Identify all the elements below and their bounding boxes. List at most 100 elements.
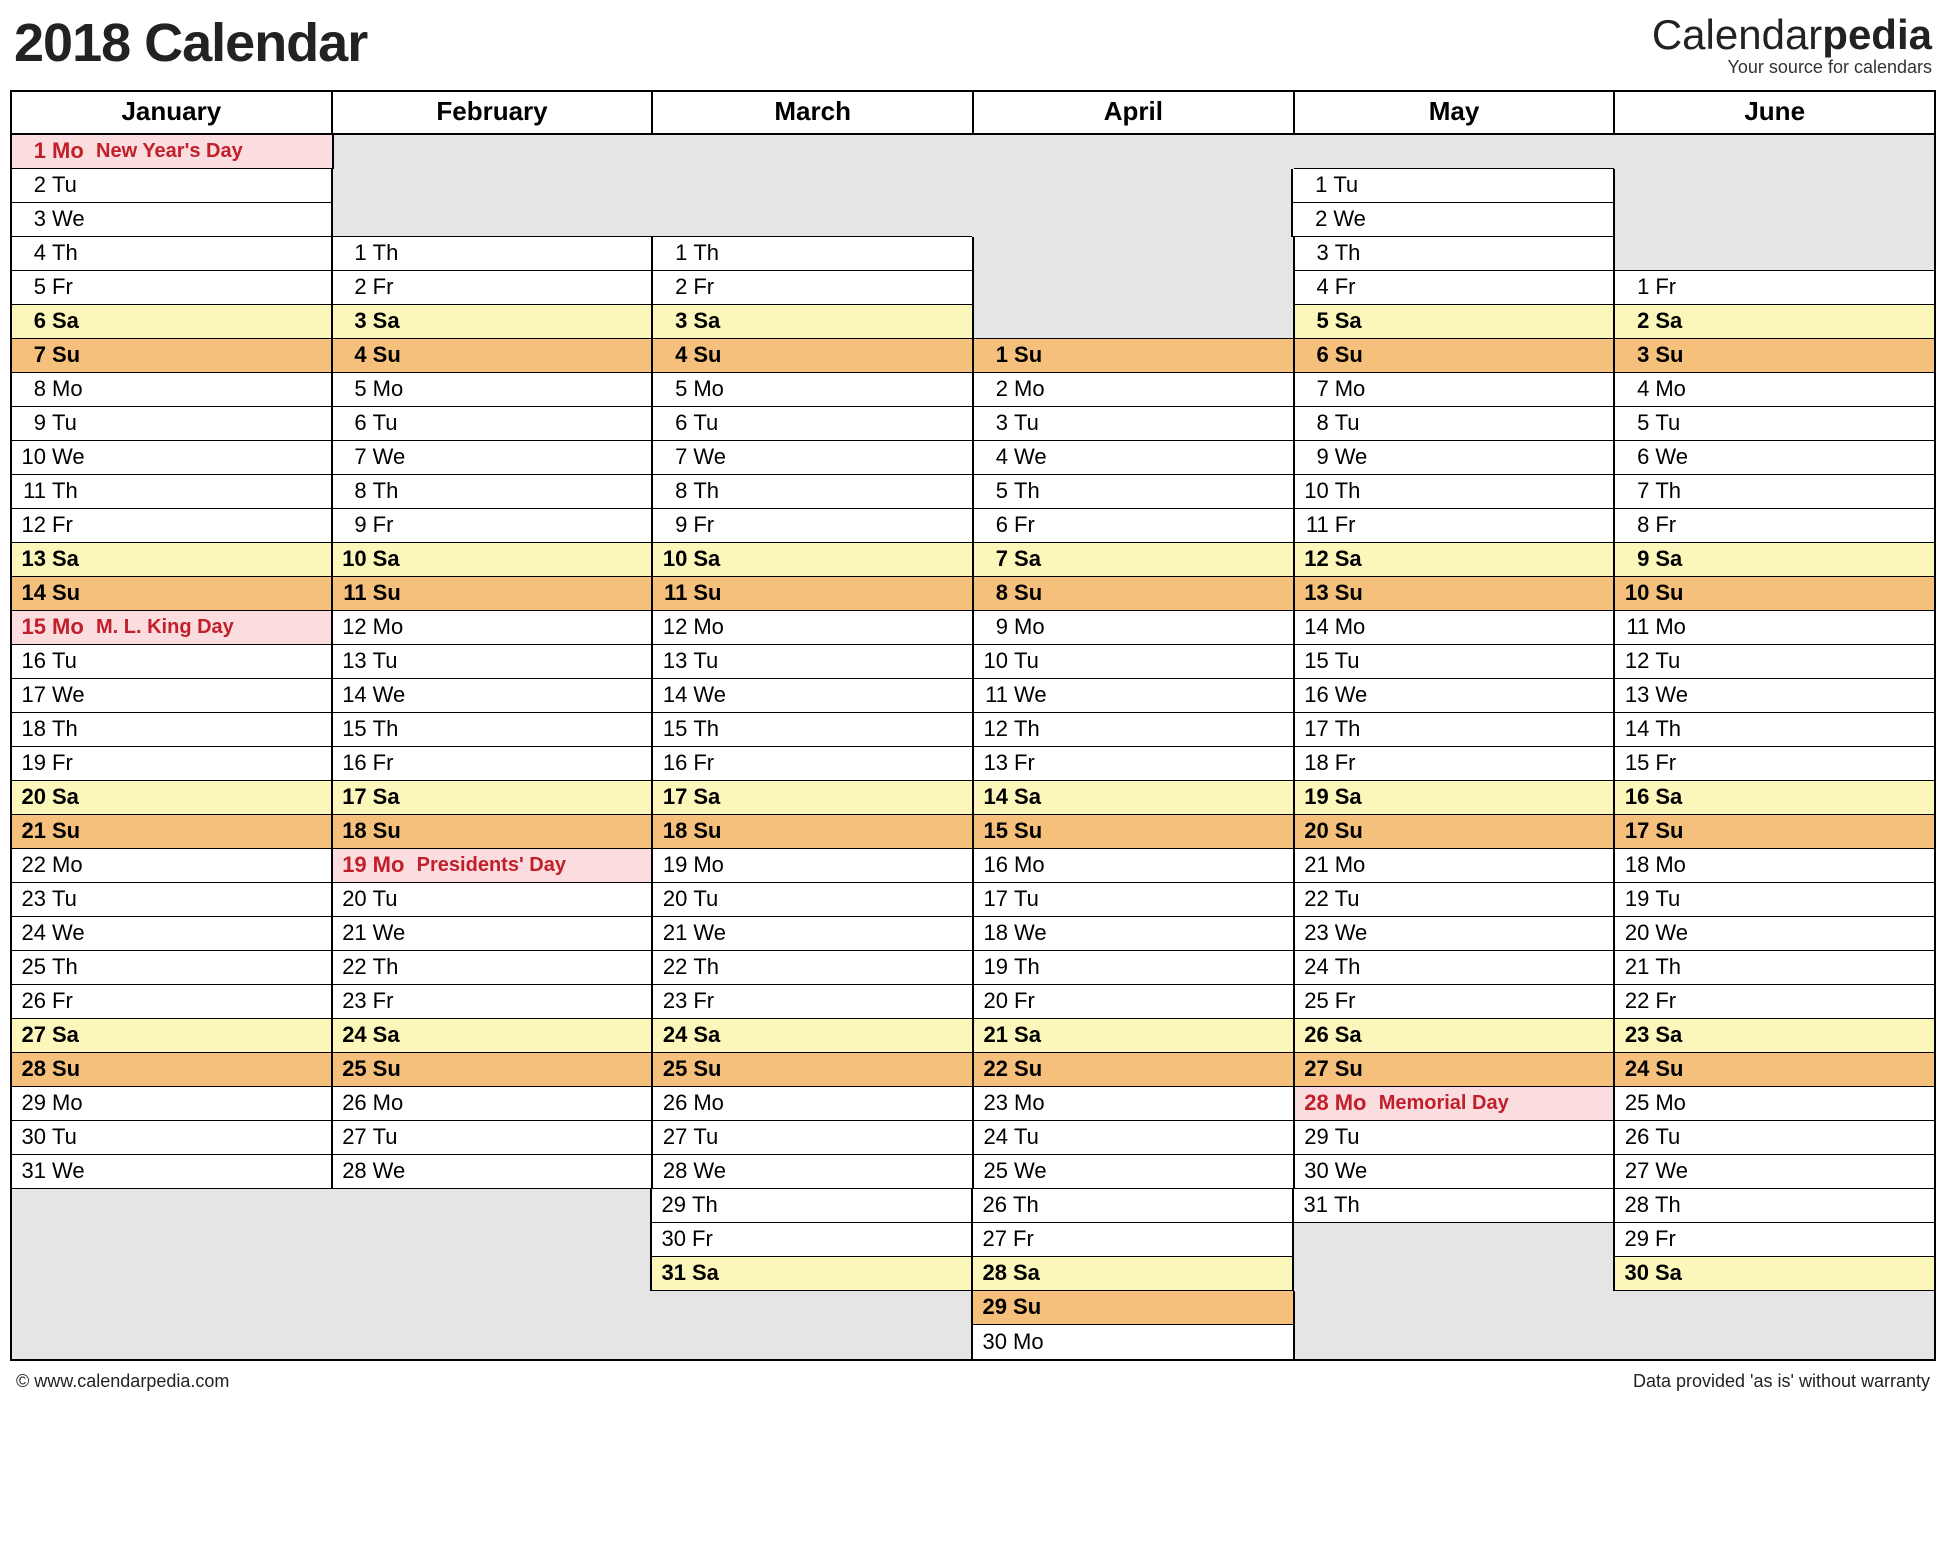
- day-cell: 19Sa: [1293, 781, 1614, 815]
- day-number: 19: [12, 750, 52, 776]
- day-of-week: We: [693, 920, 737, 946]
- day-cell: 27Sa: [12, 1019, 331, 1053]
- day-row: 2Tu1Tu: [12, 169, 1934, 203]
- blank-cell: [1613, 203, 1934, 237]
- day-of-week: We: [1655, 920, 1699, 946]
- day-cell: 13Sa: [12, 543, 331, 577]
- day-number: 16: [12, 648, 52, 674]
- day-cell: 26Sa: [1293, 1019, 1614, 1053]
- day-number: 6: [974, 512, 1014, 538]
- day-cell: 10We: [12, 441, 331, 475]
- day-cell: 16Mo: [972, 849, 1293, 883]
- day-number: 19: [1615, 886, 1655, 912]
- day-number: 23: [1615, 1022, 1655, 1048]
- day-of-week: Su: [693, 580, 737, 606]
- day-of-week: We: [373, 682, 417, 708]
- day-number: 10: [12, 444, 52, 470]
- blank-cell: [1614, 135, 1934, 169]
- day-cell: 6Tu: [651, 407, 972, 441]
- day-number: 10: [333, 546, 373, 572]
- footer-left: © www.calendarpedia.com: [16, 1371, 229, 1392]
- day-number: 29: [12, 1090, 52, 1116]
- blank-cell: [331, 1257, 650, 1291]
- day-row: 16Tu13Tu13Tu10Tu15Tu12Tu: [12, 645, 1934, 679]
- day-number: 28: [653, 1158, 693, 1184]
- day-cell: 25Th: [12, 951, 331, 985]
- day-of-week: Sa: [52, 1022, 96, 1048]
- day-of-week: We: [1014, 444, 1058, 470]
- day-cell: 13Fr: [972, 747, 1293, 781]
- day-number: 1: [333, 240, 373, 266]
- day-of-week: Fr: [1014, 750, 1058, 776]
- day-cell: 11Th: [12, 475, 331, 509]
- day-number: 25: [1295, 988, 1335, 1014]
- day-number: 17: [653, 784, 693, 810]
- day-cell: 2Tu: [12, 169, 331, 203]
- day-cell: 1Su: [972, 339, 1293, 373]
- day-row: 30Fr27Fr29Fr: [12, 1223, 1934, 1257]
- day-cell: 30Mo: [971, 1325, 1293, 1359]
- day-of-week: Mo: [1014, 1090, 1058, 1116]
- day-cell: 13We: [1613, 679, 1934, 713]
- day-number: 15: [1615, 750, 1655, 776]
- day-number: 24: [1615, 1056, 1655, 1082]
- day-cell: 22Mo: [12, 849, 331, 883]
- day-cell: 1Th: [651, 237, 972, 271]
- day-number: 11: [12, 478, 52, 504]
- day-number: 31: [1294, 1192, 1334, 1218]
- day-number: 31: [652, 1260, 692, 1286]
- day-row: 18Th15Th15Th12Th17Th14Th: [12, 713, 1934, 747]
- day-number: 9: [333, 512, 373, 538]
- day-of-week: Th: [1655, 478, 1699, 504]
- day-cell: 17We: [12, 679, 331, 713]
- day-cell: 27Fr: [971, 1223, 1292, 1257]
- day-cell: 4Su: [331, 339, 652, 373]
- day-cell: 12Mo: [331, 611, 652, 645]
- day-cell: 28MoMemorial Day: [1293, 1087, 1614, 1121]
- day-number: 9: [12, 410, 52, 436]
- day-of-week: Tu: [1335, 886, 1379, 912]
- day-cell: 23Sa: [1613, 1019, 1934, 1053]
- day-of-week: Th: [373, 240, 417, 266]
- day-of-week: Tu: [373, 886, 417, 912]
- day-cell: 22Su: [972, 1053, 1293, 1087]
- page-title: 2018 Calendar: [14, 12, 367, 74]
- day-of-week: Sa: [373, 1022, 417, 1048]
- day-cell: 7Th: [1613, 475, 1934, 509]
- day-number: 24: [12, 920, 52, 946]
- day-number: 5: [974, 478, 1014, 504]
- day-number: 16: [333, 750, 373, 776]
- day-cell: 10Tu: [972, 645, 1293, 679]
- day-number: 11: [1295, 512, 1335, 538]
- day-number: 13: [333, 648, 373, 674]
- day-number: 24: [333, 1022, 373, 1048]
- day-number: 28: [1295, 1090, 1335, 1116]
- day-cell: 11Fr: [1293, 509, 1614, 543]
- day-number: 21: [333, 920, 373, 946]
- day-number: 30: [1295, 1158, 1335, 1184]
- footer: © www.calendarpedia.com Data provided 'a…: [10, 1361, 1936, 1392]
- brand-logo: Calendarpedia: [1652, 12, 1932, 58]
- day-number: 12: [333, 614, 373, 640]
- day-of-week: Mo: [1655, 376, 1699, 402]
- blank-cell: [12, 1291, 332, 1325]
- day-number: 26: [333, 1090, 373, 1116]
- day-cell: 21Th: [1613, 951, 1934, 985]
- day-of-week: Sa: [1013, 1260, 1057, 1286]
- day-number: 31: [12, 1158, 52, 1184]
- day-of-week: We: [52, 1158, 96, 1184]
- brand-tagline: Your source for calendars: [1652, 58, 1932, 78]
- day-cell: 10Su: [1613, 577, 1934, 611]
- day-cell: 15Th: [651, 713, 972, 747]
- day-of-week: Fr: [693, 274, 737, 300]
- day-cell: 20Tu: [651, 883, 972, 917]
- day-number: 3: [653, 308, 693, 334]
- day-cell: 30We: [1293, 1155, 1614, 1189]
- day-of-week: Fr: [1655, 988, 1699, 1014]
- day-number: 14: [974, 784, 1014, 810]
- day-cell: 14Su: [12, 577, 331, 611]
- day-number: 6: [1615, 444, 1655, 470]
- blank-cell: [332, 1291, 652, 1325]
- day-number: 22: [1615, 988, 1655, 1014]
- day-of-week: Su: [1655, 1056, 1699, 1082]
